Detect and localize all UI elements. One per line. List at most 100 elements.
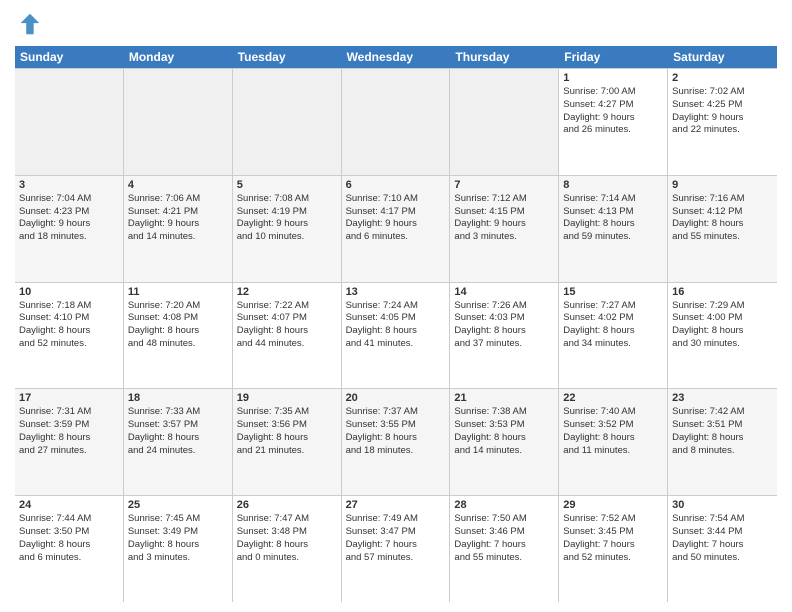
day-info: Sunrise: 7:27 AMSunset: 4:02 PMDaylight:…: [563, 300, 663, 351]
cal-cell-3-1: 18 Sunrise: 7:33 AMSunset: 3:57 PMDayligh…: [124, 389, 233, 495]
cal-cell-2-1: 11 Sunrise: 7:20 AMSunset: 4:08 PMDayligh…: [124, 283, 233, 389]
cal-cell-4-4: 28Sunrise: 7:50 AMSunset: 3:46 PMDayligh…: [450, 496, 559, 602]
logo: [15, 10, 47, 38]
day-number: 8: [563, 179, 663, 191]
day-info: Sunrise: 7:02 AMSunset: 4:25 PMDaylight:…: [672, 86, 773, 137]
day-info: Sunrise: 7:40 AMSunset: 3:52 PMDaylight:…: [563, 406, 663, 457]
day-number: 16: [672, 286, 773, 298]
day-info: Sunrise: 7:29 AMSunset: 4:00 PMDaylight:…: [672, 300, 773, 351]
calendar-header: SundayMondayTuesdayWednesdayThursdayFrid…: [15, 46, 777, 68]
page: SundayMondayTuesdayWednesdayThursdayFrid…: [0, 0, 792, 612]
header-day-tuesday: Tuesday: [233, 46, 342, 68]
day-info: Sunrise: 7:33 AMSunset: 3:57 PMDaylight:…: [128, 406, 228, 457]
day-number: 14: [454, 286, 554, 298]
day-number: 18: [128, 392, 228, 404]
cal-cell-3-0: 17 Sunrise: 7:31 AMSunset: 3:59 PMDayligh…: [15, 389, 124, 495]
day-info: Sunrise: 7:52 AMSunset: 3:45 PMDaylight:…: [563, 513, 663, 564]
day-number: 30: [672, 499, 773, 511]
cal-cell-0-4: [450, 69, 559, 175]
header-day-monday: Monday: [124, 46, 233, 68]
day-number: 15: [563, 286, 663, 298]
header: [15, 10, 777, 38]
cal-cell-3-5: 22Sunrise: 7:40 AMSunset: 3:52 PMDayligh…: [559, 389, 668, 495]
cal-cell-1-5: 8 Sunrise: 7:14 AMSunset: 4:13 PMDaylight…: [559, 176, 668, 282]
cal-cell-1-0: 3 Sunrise: 7:04 AMSunset: 4:23 PMDaylight…: [15, 176, 124, 282]
day-number: 20: [346, 392, 446, 404]
week-row-0: 1Sunrise: 7:00 AMSunset: 4:27 PMDaylight…: [15, 68, 777, 175]
cal-cell-0-5: 1Sunrise: 7:00 AMSunset: 4:27 PMDaylight…: [559, 69, 668, 175]
day-number: 3: [19, 179, 119, 191]
day-number: 17: [19, 392, 119, 404]
cal-cell-2-2: 12 Sunrise: 7:22 AMSunset: 4:07 PMDayligh…: [233, 283, 342, 389]
day-number: 5: [237, 179, 337, 191]
header-day-friday: Friday: [559, 46, 668, 68]
day-number: 28: [454, 499, 554, 511]
calendar: SundayMondayTuesdayWednesdayThursdayFrid…: [15, 46, 777, 602]
cal-cell-2-3: 13 Sunrise: 7:24 AMSunset: 4:05 PMDayligh…: [342, 283, 451, 389]
cal-cell-0-1: [124, 69, 233, 175]
day-info: Sunrise: 7:54 AMSunset: 3:44 PMDaylight:…: [672, 513, 773, 564]
day-number: 11: [128, 286, 228, 298]
day-number: 25: [128, 499, 228, 511]
week-row-1: 3 Sunrise: 7:04 AMSunset: 4:23 PMDaylight…: [15, 175, 777, 282]
day-number: 1: [563, 72, 663, 84]
day-number: 26: [237, 499, 337, 511]
day-number: 27: [346, 499, 446, 511]
day-number: 29: [563, 499, 663, 511]
cal-cell-2-4: 14 Sunrise: 7:26 AMSunset: 4:03 PMDayligh…: [450, 283, 559, 389]
cal-cell-0-6: 2 Sunrise: 7:02 AMSunset: 4:25 PMDaylight…: [668, 69, 777, 175]
cal-cell-4-1: 25 Sunrise: 7:45 AMSunset: 3:49 PMDayligh…: [124, 496, 233, 602]
day-number: 10: [19, 286, 119, 298]
cal-cell-0-0: [15, 69, 124, 175]
day-info: Sunrise: 7:44 AMSunset: 3:50 PMDaylight:…: [19, 513, 119, 564]
day-info: Sunrise: 7:14 AMSunset: 4:13 PMDaylight:…: [563, 193, 663, 244]
day-info: Sunrise: 7:10 AMSunset: 4:17 PMDaylight:…: [346, 193, 446, 244]
day-info: Sunrise: 7:08 AMSunset: 4:19 PMDaylight:…: [237, 193, 337, 244]
day-info: Sunrise: 7:45 AMSunset: 3:49 PMDaylight:…: [128, 513, 228, 564]
cal-cell-3-3: 20 Sunrise: 7:37 AMSunset: 3:55 PMDayligh…: [342, 389, 451, 495]
cal-cell-0-3: [342, 69, 451, 175]
day-info: Sunrise: 7:18 AMSunset: 4:10 PMDaylight:…: [19, 300, 119, 351]
header-day-wednesday: Wednesday: [342, 46, 451, 68]
day-info: Sunrise: 7:20 AMSunset: 4:08 PMDaylight:…: [128, 300, 228, 351]
day-info: Sunrise: 7:04 AMSunset: 4:23 PMDaylight:…: [19, 193, 119, 244]
day-info: Sunrise: 7:35 AMSunset: 3:56 PMDaylight:…: [237, 406, 337, 457]
day-number: 21: [454, 392, 554, 404]
logo-icon: [15, 10, 43, 38]
day-info: Sunrise: 7:12 AMSunset: 4:15 PMDaylight:…: [454, 193, 554, 244]
day-number: 12: [237, 286, 337, 298]
day-info: Sunrise: 7:37 AMSunset: 3:55 PMDaylight:…: [346, 406, 446, 457]
day-number: 2: [672, 72, 773, 84]
day-number: 6: [346, 179, 446, 191]
week-row-2: 10 Sunrise: 7:18 AMSunset: 4:10 PMDayligh…: [15, 282, 777, 389]
cal-cell-4-5: 29 Sunrise: 7:52 AMSunset: 3:45 PMDayligh…: [559, 496, 668, 602]
day-info: Sunrise: 7:16 AMSunset: 4:12 PMDaylight:…: [672, 193, 773, 244]
day-number: 19: [237, 392, 337, 404]
cal-cell-2-0: 10 Sunrise: 7:18 AMSunset: 4:10 PMDayligh…: [15, 283, 124, 389]
cal-cell-2-6: 16 Sunrise: 7:29 AMSunset: 4:00 PMDayligh…: [668, 283, 777, 389]
day-info: Sunrise: 7:06 AMSunset: 4:21 PMDaylight:…: [128, 193, 228, 244]
day-number: 9: [672, 179, 773, 191]
day-info: Sunrise: 7:24 AMSunset: 4:05 PMDaylight:…: [346, 300, 446, 351]
cal-cell-4-0: 24Sunrise: 7:44 AMSunset: 3:50 PMDayligh…: [15, 496, 124, 602]
week-row-3: 17 Sunrise: 7:31 AMSunset: 3:59 PMDayligh…: [15, 388, 777, 495]
header-day-thursday: Thursday: [450, 46, 559, 68]
cal-cell-4-2: 26 Sunrise: 7:47 AMSunset: 3:48 PMDayligh…: [233, 496, 342, 602]
cal-cell-1-3: 6 Sunrise: 7:10 AMSunset: 4:17 PMDaylight…: [342, 176, 451, 282]
day-info: Sunrise: 7:26 AMSunset: 4:03 PMDaylight:…: [454, 300, 554, 351]
cal-cell-4-6: 30 Sunrise: 7:54 AMSunset: 3:44 PMDayligh…: [668, 496, 777, 602]
week-row-4: 24Sunrise: 7:44 AMSunset: 3:50 PMDayligh…: [15, 495, 777, 602]
day-number: 7: [454, 179, 554, 191]
cal-cell-1-6: 9 Sunrise: 7:16 AMSunset: 4:12 PMDaylight…: [668, 176, 777, 282]
day-number: 13: [346, 286, 446, 298]
day-info: Sunrise: 7:31 AMSunset: 3:59 PMDaylight:…: [19, 406, 119, 457]
day-info: Sunrise: 7:22 AMSunset: 4:07 PMDaylight:…: [237, 300, 337, 351]
day-info: Sunrise: 7:49 AMSunset: 3:47 PMDaylight:…: [346, 513, 446, 564]
day-info: Sunrise: 7:38 AMSunset: 3:53 PMDaylight:…: [454, 406, 554, 457]
header-day-saturday: Saturday: [668, 46, 777, 68]
cal-cell-1-2: 5 Sunrise: 7:08 AMSunset: 4:19 PMDaylight…: [233, 176, 342, 282]
cal-cell-3-2: 19 Sunrise: 7:35 AMSunset: 3:56 PMDayligh…: [233, 389, 342, 495]
day-info: Sunrise: 7:47 AMSunset: 3:48 PMDaylight:…: [237, 513, 337, 564]
cal-cell-3-6: 23Sunrise: 7:42 AMSunset: 3:51 PMDayligh…: [668, 389, 777, 495]
cal-cell-2-5: 15 Sunrise: 7:27 AMSunset: 4:02 PMDayligh…: [559, 283, 668, 389]
